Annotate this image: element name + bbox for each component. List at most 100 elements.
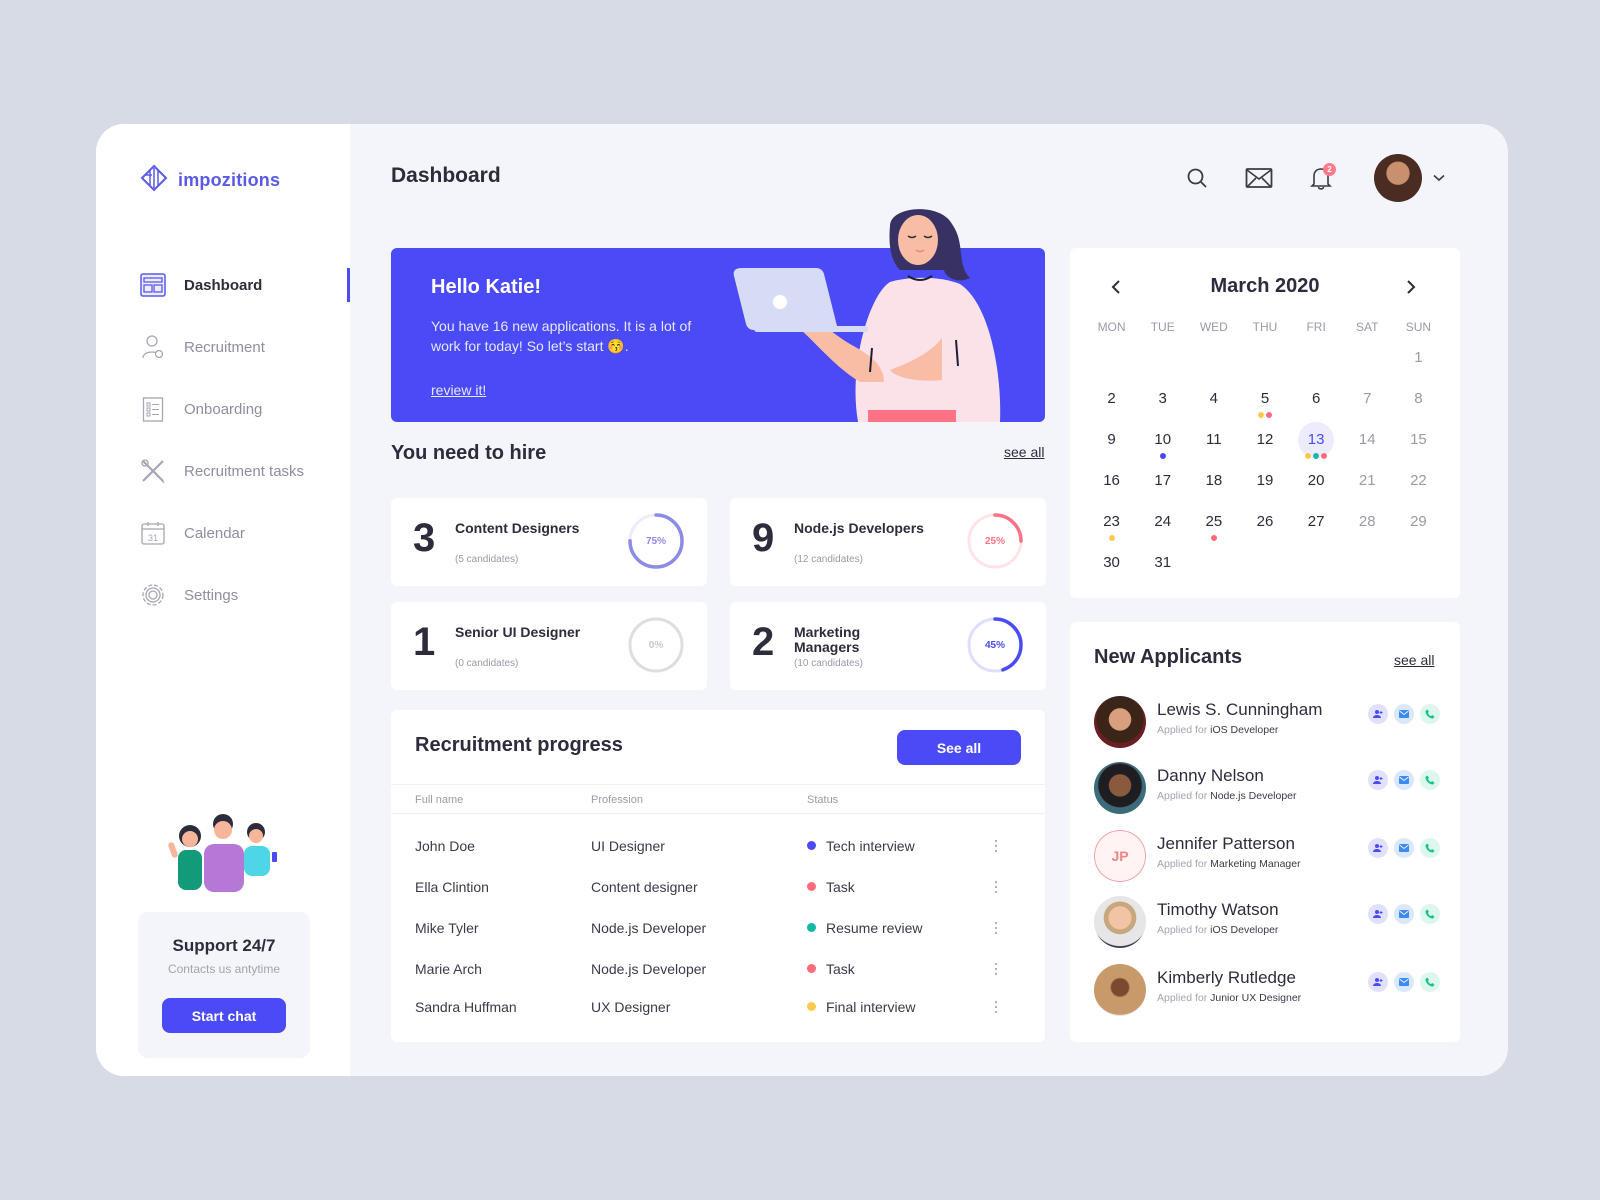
applicant-item[interactable]: Timothy Watson Applied for iOS Developer bbox=[1094, 896, 1440, 948]
calendar-day[interactable]: 14 bbox=[1342, 424, 1393, 465]
sidebar-item-recruitment[interactable]: Recruitment bbox=[96, 316, 350, 378]
mail-icon[interactable] bbox=[1244, 163, 1274, 193]
hire-role: Senior UI Designer bbox=[455, 624, 581, 640]
applicant-item[interactable]: Danny Nelson Applied for Node.js Develop… bbox=[1094, 762, 1440, 814]
logo[interactable]: impozitions bbox=[140, 164, 280, 197]
calendar-day[interactable]: 20 bbox=[1291, 465, 1342, 506]
calendar-day[interactable]: 27 bbox=[1291, 506, 1342, 547]
table-row[interactable]: Ella Clintion Content designer Task bbox=[391, 873, 1045, 903]
applicants-see-all-link[interactable]: see all bbox=[1394, 652, 1434, 668]
calendar-day[interactable]: 21 bbox=[1342, 465, 1393, 506]
search-icon[interactable] bbox=[1182, 163, 1212, 193]
calendar-day[interactable]: 18 bbox=[1188, 465, 1239, 506]
phone-icon[interactable] bbox=[1420, 904, 1440, 924]
more-options-icon[interactable] bbox=[991, 959, 1001, 979]
user-avatar[interactable] bbox=[1374, 154, 1422, 202]
chevron-down-icon[interactable] bbox=[1430, 163, 1448, 193]
add-user-icon[interactable] bbox=[1368, 770, 1388, 790]
mail-icon[interactable] bbox=[1394, 704, 1414, 724]
review-link[interactable]: review it! bbox=[431, 382, 486, 398]
calendar-day[interactable]: 2 bbox=[1086, 383, 1137, 424]
hire-card[interactable]: 3 Content Designers (5 candidates) 75% bbox=[391, 498, 707, 586]
hire-card[interactable]: 1 Senior UI Designer (0 candidates) 0% bbox=[391, 602, 707, 690]
sidebar-item-settings[interactable]: Settings bbox=[96, 564, 350, 626]
table-row[interactable]: Sandra Huffman UX Designer Final intervi… bbox=[391, 993, 1045, 1023]
hire-see-all-link[interactable]: see all bbox=[1004, 444, 1044, 460]
mail-icon[interactable] bbox=[1394, 972, 1414, 992]
calendar-day[interactable]: 31 bbox=[1137, 547, 1188, 588]
calendar-day[interactable]: 12 bbox=[1239, 424, 1290, 465]
sidebar-item-calendar[interactable]: 31 Calendar bbox=[96, 502, 350, 564]
table-row[interactable]: Marie Arch Node.js Developer Task bbox=[391, 955, 1045, 985]
event-dot bbox=[1265, 412, 1272, 418]
calendar-day[interactable]: 19 bbox=[1239, 465, 1290, 506]
calendar-day[interactable]: 7 bbox=[1342, 383, 1393, 424]
column-header-status: Status bbox=[807, 794, 839, 806]
calendar-day[interactable]: 5 bbox=[1239, 383, 1290, 424]
calendar-day[interactable]: 16 bbox=[1086, 465, 1137, 506]
applicant-item[interactable]: JP Jennifer Patterson Applied for Market… bbox=[1094, 830, 1440, 882]
applicant-name: Kimberly Rutledge bbox=[1157, 968, 1296, 987]
onboarding-checklist-icon bbox=[140, 396, 166, 422]
start-chat-button[interactable]: Start chat bbox=[162, 998, 286, 1033]
add-user-icon[interactable] bbox=[1368, 838, 1388, 858]
event-dots bbox=[1137, 453, 1188, 459]
hire-card[interactable]: 2 Marketing Managers (10 candidates) 45% bbox=[730, 602, 1046, 690]
event-dots bbox=[1086, 535, 1137, 541]
event-dot bbox=[1305, 453, 1312, 459]
calendar-day[interactable]: 26 bbox=[1239, 506, 1290, 547]
applicant-actions bbox=[1368, 904, 1440, 924]
chevron-right-icon[interactable] bbox=[1398, 274, 1424, 300]
calendar-day[interactable]: 6 bbox=[1291, 383, 1342, 424]
calendar-day[interactable]: 8 bbox=[1393, 383, 1444, 424]
phone-icon[interactable] bbox=[1420, 770, 1440, 790]
event-dot bbox=[1313, 453, 1320, 459]
phone-icon[interactable] bbox=[1420, 972, 1440, 992]
see-all-button[interactable]: See all bbox=[897, 730, 1021, 765]
calendar-day[interactable]: 22 bbox=[1393, 465, 1444, 506]
calendar-day[interactable]: 30 bbox=[1086, 547, 1137, 588]
applicant-item[interactable]: Kimberly Rutledge Applied for Junior UX … bbox=[1094, 964, 1440, 1016]
hire-role: Content Designers bbox=[455, 520, 580, 536]
calendar-day[interactable]: 11 bbox=[1188, 424, 1239, 465]
calendar-day[interactable]: 1 bbox=[1393, 342, 1444, 383]
calendar-day[interactable]: 15 bbox=[1393, 424, 1444, 465]
add-user-icon[interactable] bbox=[1368, 904, 1388, 924]
phone-icon[interactable] bbox=[1420, 704, 1440, 724]
more-options-icon[interactable] bbox=[991, 918, 1001, 938]
day-number: 30 bbox=[1103, 554, 1120, 571]
table-row[interactable]: John Doe UI Designer Tech interview bbox=[391, 832, 1045, 862]
calendar-day[interactable]: 4 bbox=[1188, 383, 1239, 424]
day-number: 4 bbox=[1209, 390, 1219, 407]
table-row[interactable]: Mike Tyler Node.js Developer Resume revi… bbox=[391, 914, 1045, 944]
column-header-full-name: Full name bbox=[415, 794, 464, 806]
calendar-day[interactable]: 28 bbox=[1342, 506, 1393, 547]
calendar-day[interactable]: 10 bbox=[1137, 424, 1188, 465]
calendar-day[interactable]: 3 bbox=[1137, 383, 1188, 424]
chevron-left-icon[interactable] bbox=[1103, 274, 1129, 300]
calendar-day-selected[interactable]: 13 bbox=[1291, 422, 1342, 465]
phone-icon[interactable] bbox=[1420, 838, 1440, 858]
add-user-icon[interactable] bbox=[1368, 972, 1388, 992]
weekday-label: TUE bbox=[1150, 320, 1175, 334]
sidebar-item-dashboard[interactable]: Dashboard bbox=[96, 254, 350, 316]
calendar-day[interactable]: 24 bbox=[1137, 506, 1188, 547]
calendar-day[interactable]: 25 bbox=[1188, 506, 1239, 547]
hire-card[interactable]: 9 Node.js Developers (12 candidates) 25% bbox=[730, 498, 1046, 586]
bell-icon[interactable]: 2 bbox=[1306, 163, 1336, 193]
more-options-icon[interactable] bbox=[991, 997, 1001, 1017]
calendar-day[interactable]: 9 bbox=[1086, 424, 1137, 465]
mail-icon[interactable] bbox=[1394, 838, 1414, 858]
more-options-icon[interactable] bbox=[991, 836, 1001, 856]
sidebar-item-onboarding[interactable]: Onboarding bbox=[96, 378, 350, 440]
add-user-icon[interactable] bbox=[1368, 704, 1388, 724]
calendar-day[interactable]: 17 bbox=[1137, 465, 1188, 506]
calendar-day[interactable]: 29 bbox=[1393, 506, 1444, 547]
cell-status: Task bbox=[807, 961, 855, 977]
more-options-icon[interactable] bbox=[991, 877, 1001, 897]
sidebar-item-recruitment-tasks[interactable]: Recruitment tasks bbox=[96, 440, 350, 502]
calendar-day[interactable]: 23 bbox=[1086, 506, 1137, 547]
applicant-item[interactable]: Lewis S. Cunningham Applied for iOS Deve… bbox=[1094, 696, 1440, 748]
mail-icon[interactable] bbox=[1394, 770, 1414, 790]
mail-icon[interactable] bbox=[1394, 904, 1414, 924]
